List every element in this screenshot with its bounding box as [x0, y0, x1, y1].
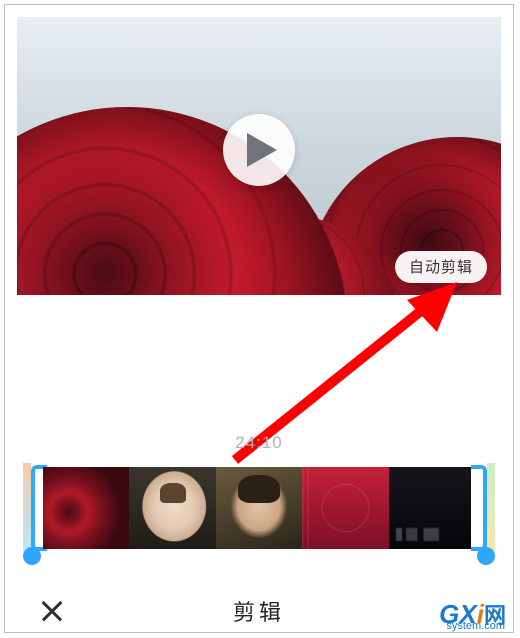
screen-title: 剪辑	[5, 595, 513, 627]
trim-knob-left[interactable]	[23, 547, 41, 565]
app-frame: 自动剪辑 24:10 剪辑 GXi网 system.com	[4, 4, 514, 633]
auto-edit-button[interactable]: 自动剪辑	[395, 251, 487, 283]
thumbnail	[389, 467, 475, 549]
video-preview[interactable]: 自动剪辑	[17, 17, 501, 295]
play-button[interactable]	[223, 114, 295, 186]
trim-control[interactable]	[27, 465, 491, 553]
auto-edit-label: 自动剪辑	[409, 259, 473, 276]
thumbnail	[129, 467, 215, 549]
thumbnail-strip[interactable]	[43, 467, 475, 549]
trim-handle-right[interactable]	[471, 465, 487, 551]
thumbnail	[43, 467, 129, 549]
play-icon	[247, 133, 277, 167]
thumbnail	[216, 467, 302, 549]
watermark: GXi网 system.com	[439, 598, 507, 630]
thumbnail	[302, 467, 388, 549]
duration-label: 24:10	[5, 433, 513, 453]
bottom-bar: 剪辑	[5, 587, 513, 635]
trim-knob-right[interactable]	[477, 547, 495, 565]
preview-decor	[17, 107, 347, 295]
